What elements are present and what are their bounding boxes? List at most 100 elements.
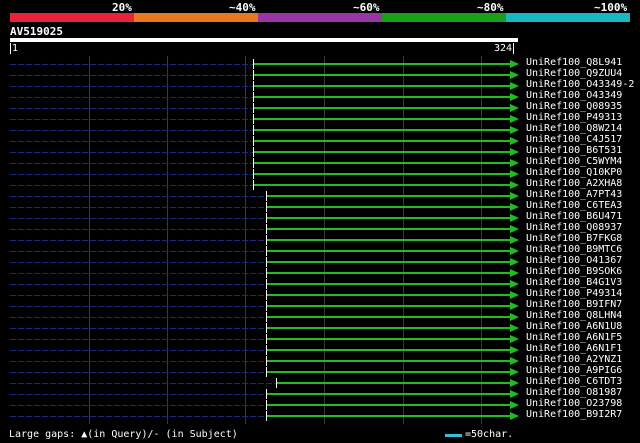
unaligned-region <box>10 207 266 208</box>
hit-start-marker <box>266 290 267 300</box>
hit-bar[interactable] <box>266 404 510 406</box>
hit-name-link[interactable]: UniRef100_B9SOK6 <box>526 266 622 277</box>
unaligned-region <box>10 97 253 98</box>
hit-name-link[interactable]: UniRef100_Q08935 <box>526 101 622 112</box>
hit-name-link[interactable]: UniRef100_C4J517 <box>526 134 622 145</box>
hit-bar[interactable] <box>266 294 510 296</box>
hit-name-link[interactable]: UniRef100_Q10KP0 <box>526 167 622 178</box>
hit-name-link[interactable]: UniRef100_A2YNZ1 <box>526 354 622 365</box>
hit-name-link[interactable]: UniRef100_C5WYM4 <box>526 156 622 167</box>
hit-name-link[interactable]: UniRef100_O43349 <box>526 90 622 101</box>
hit-bar[interactable] <box>253 184 510 186</box>
hit-name-link[interactable]: UniRef100_A2XHA8 <box>526 178 622 189</box>
hit-name-link[interactable]: UniRef100_O23798 <box>526 398 622 409</box>
unaligned-region <box>10 152 253 153</box>
hit-start-marker <box>253 103 254 113</box>
arrow-right-icon <box>510 115 519 123</box>
hit-name-link[interactable]: UniRef100_B6T531 <box>526 145 622 156</box>
hit-start-marker <box>266 191 267 201</box>
hit-name-link[interactable]: UniRef100_B7FKG8 <box>526 233 622 244</box>
hit-name-link[interactable]: UniRef100_B9IFN7 <box>526 299 622 310</box>
hit-start-marker <box>266 279 267 289</box>
hit-name-link[interactable]: UniRef100_A6N1F5 <box>526 332 622 343</box>
hit-name-link[interactable]: UniRef100_O81987 <box>526 387 622 398</box>
hit-bar[interactable] <box>266 228 510 230</box>
hit-bar[interactable] <box>266 349 510 351</box>
arrow-right-icon <box>510 181 519 189</box>
hit-name-link[interactable]: UniRef100_B6U471 <box>526 211 622 222</box>
hit-name-link[interactable]: UniRef100_A7PT43 <box>526 189 622 200</box>
hit-bar[interactable] <box>266 261 510 263</box>
query-start: 1 <box>10 43 19 54</box>
hit-start-marker <box>266 400 267 410</box>
hit-name-link[interactable]: UniRef100_Q8W214 <box>526 123 622 134</box>
arrow-right-icon <box>510 291 519 299</box>
hit-row[interactable]: UniRef100_B9I2R7 <box>0 409 640 422</box>
hit-name-link[interactable]: UniRef100_A6N1U8 <box>526 321 622 332</box>
hit-name-link[interactable]: UniRef100_B9MTC6 <box>526 244 622 255</box>
hit-name-link[interactable]: UniRef100_Q8LHN4 <box>526 310 622 321</box>
hit-name-link[interactable]: UniRef100_Q9ZUU4 <box>526 68 622 79</box>
hit-bar[interactable] <box>253 118 510 120</box>
arrow-right-icon <box>510 192 519 200</box>
hit-bar[interactable] <box>266 360 510 362</box>
hit-bar[interactable] <box>266 217 510 219</box>
hit-name-link[interactable]: UniRef100_P49313 <box>526 112 622 123</box>
unaligned-region <box>10 229 266 230</box>
legend-segment-green <box>382 13 506 22</box>
hit-name-link[interactable]: UniRef100_A9PIG6 <box>526 365 622 376</box>
hit-bar[interactable] <box>266 272 510 274</box>
hit-start-marker <box>266 257 267 267</box>
hit-name-link[interactable]: UniRef100_O41367 <box>526 255 622 266</box>
hit-name-link[interactable]: UniRef100_Q8L941 <box>526 57 622 68</box>
legend-segment-cyan <box>506 13 630 22</box>
unaligned-region <box>10 273 266 274</box>
hit-bar[interactable] <box>266 195 510 197</box>
hit-start-marker <box>266 224 267 234</box>
hit-bar[interactable] <box>266 283 510 285</box>
hit-bar[interactable] <box>253 140 510 142</box>
hit-name-link[interactable]: UniRef100_P49314 <box>526 288 622 299</box>
hit-name-link[interactable]: UniRef100_C6TDT3 <box>526 376 622 387</box>
hit-bar[interactable] <box>266 206 510 208</box>
hit-bar[interactable] <box>266 316 510 318</box>
hit-bar[interactable] <box>266 371 510 373</box>
hit-bar[interactable] <box>253 74 510 76</box>
hit-bar[interactable] <box>266 250 510 252</box>
hit-bar[interactable] <box>253 151 510 153</box>
unaligned-region <box>10 86 253 87</box>
hit-start-marker <box>253 180 254 190</box>
hit-bar[interactable] <box>266 338 510 340</box>
hit-bar[interactable] <box>266 415 510 417</box>
unaligned-region <box>10 295 266 296</box>
hit-start-marker <box>253 125 254 135</box>
hit-bar[interactable] <box>253 107 510 109</box>
unaligned-region <box>10 317 266 318</box>
hit-bar[interactable] <box>253 96 510 98</box>
unaligned-region <box>10 372 266 373</box>
hit-name-link[interactable]: UniRef100_B9I2R7 <box>526 409 622 420</box>
hit-bar[interactable] <box>276 382 510 384</box>
hit-bar[interactable] <box>253 85 510 87</box>
hit-bar[interactable] <box>253 173 510 175</box>
arrow-right-icon <box>510 412 519 420</box>
hit-bar[interactable] <box>253 162 510 164</box>
hit-name-link[interactable]: UniRef100_B4G1V3 <box>526 277 622 288</box>
hit-bar[interactable] <box>253 129 510 131</box>
hit-start-marker <box>253 158 254 168</box>
hit-bar[interactable] <box>266 239 510 241</box>
hit-name-link[interactable]: UniRef100_Q08937 <box>526 222 622 233</box>
hit-bar[interactable] <box>266 327 510 329</box>
hit-start-marker <box>253 81 254 91</box>
hit-name-link[interactable]: UniRef100_A6N1F1 <box>526 343 622 354</box>
hit-bar[interactable] <box>253 63 510 65</box>
unaligned-region <box>10 141 253 142</box>
hit-name-link[interactable]: UniRef100_O43349-2 <box>526 79 634 90</box>
arrow-right-icon <box>510 214 519 222</box>
hit-bar[interactable] <box>266 305 510 307</box>
hit-name-link[interactable]: UniRef100_C6TEA3 <box>526 200 622 211</box>
gap-legend: Large gaps: ▲(in Query)/- (in Subject) <box>9 429 238 440</box>
hit-bar[interactable] <box>266 393 510 395</box>
hit-start-marker <box>266 323 267 333</box>
arrow-right-icon <box>510 280 519 288</box>
